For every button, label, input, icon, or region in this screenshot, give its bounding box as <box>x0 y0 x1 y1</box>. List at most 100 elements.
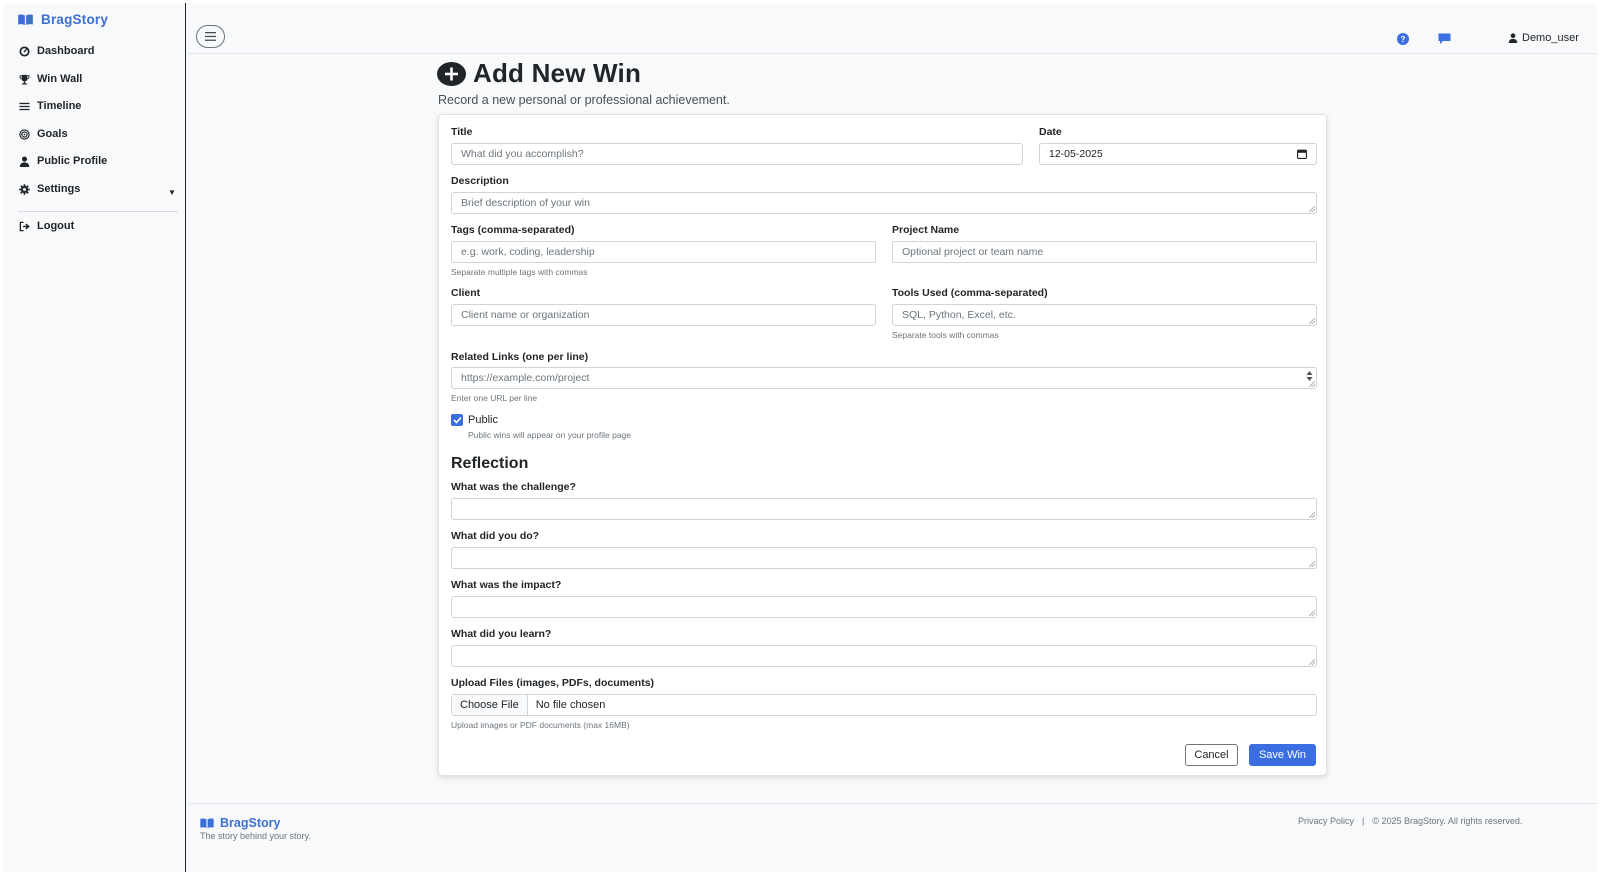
sidebar-item-label: Dashboard <box>37 45 95 57</box>
impact-label: What was the impact? <box>451 579 562 591</box>
sidebar-item-label: Settings <box>37 183 81 195</box>
upload-label: Upload Files (images, PDFs, documents) <box>451 677 655 689</box>
topbar: ? Demo_user <box>188 3 1597 54</box>
tools-placeholder: SQL, Python, Excel, etc. <box>902 309 1016 321</box>
page-title: Add New Win <box>473 58 642 88</box>
resize-handle[interactable] <box>1309 512 1315 518</box>
description-textarea[interactable]: Brief description of your win <box>451 192 1317 214</box>
add-win-form: Title What did you accomplish? Date 12-0… <box>438 114 1327 776</box>
description-label: Description <box>451 175 509 187</box>
links-label: Related Links (one per line) <box>451 351 589 363</box>
svg-text:?: ? <box>1401 35 1406 44</box>
resize-handle[interactable] <box>1309 206 1315 212</box>
challenge-textarea[interactable] <box>451 498 1317 520</box>
project-label: Project Name <box>892 224 960 236</box>
description-placeholder: Brief description of your win <box>461 197 590 209</box>
help-icon[interactable]: ? <box>1397 32 1409 50</box>
chat-icon[interactable] <box>1438 32 1451 50</box>
file-input[interactable]: Choose File No file chosen <box>451 694 1317 716</box>
did-label: What did you do? <box>451 530 540 542</box>
logout-icon <box>19 221 30 231</box>
main-area: ? Demo_user Add New Win Record a new per… <box>188 3 1597 872</box>
footer: BragStory The story behind your story. P… <box>188 803 1597 872</box>
public-label[interactable]: Public <box>468 414 498 426</box>
project-input[interactable]: Optional project or team name <box>892 241 1317 263</box>
sidebar-item-label: Win Wall <box>37 73 83 85</box>
resize-handle[interactable] <box>1309 318 1315 324</box>
sidebar-item-win-wall[interactable]: Win Wall <box>19 73 82 85</box>
sidebar-item-goals[interactable]: Goals <box>19 128 68 140</box>
plus-circle-icon <box>437 61 466 86</box>
date-input[interactable]: 12-05-2025 <box>1039 143 1317 165</box>
dashboard-icon <box>19 45 30 57</box>
title-label: Title <box>451 126 473 138</box>
learn-textarea[interactable] <box>451 645 1317 667</box>
sidebar-item-public-profile[interactable]: Public Profile <box>19 155 107 167</box>
links-placeholder: https://example.com/project <box>461 372 590 384</box>
challenge-label: What was the challenge? <box>451 481 576 493</box>
page-heading: Add New Win <box>437 58 641 89</box>
sidebar-item-label: Public Profile <box>37 155 108 167</box>
cancel-button[interactable]: Cancel <box>1185 744 1238 766</box>
sidebar-item-label: Timeline <box>37 100 82 112</box>
brand-name: BragStory <box>41 12 109 27</box>
sidebar-item-settings[interactable]: Settings <box>19 183 80 195</box>
footer-brand-name: BragStory <box>220 816 281 830</box>
client-input[interactable]: Client name or organization <box>451 304 876 326</box>
footer-tagline: The story behind your story. <box>200 831 311 841</box>
sidebar: BragStory Dashboard Win Wall Timeline Go… <box>3 3 186 872</box>
public-help: Public wins will appear on your profile … <box>468 430 632 440</box>
book-icon <box>200 818 214 828</box>
date-value: 12-05-2025 <box>1049 148 1103 160</box>
chevron-down-icon[interactable]: ▼ <box>168 188 176 197</box>
learn-label: What did you learn? <box>451 628 552 640</box>
list-icon <box>19 102 30 110</box>
footer-links: Privacy Policy | © 2025 BragStory. All r… <box>1298 816 1522 826</box>
footer-brand[interactable]: BragStory <box>200 816 280 830</box>
save-win-button[interactable]: Save Win <box>1249 744 1316 766</box>
reflection-title: Reflection <box>451 455 529 472</box>
tags-input[interactable]: e.g. work, coding, leadership <box>451 241 876 263</box>
sidebar-item-dashboard[interactable]: Dashboard <box>19 45 94 57</box>
client-label: Client <box>451 287 481 299</box>
did-textarea[interactable] <box>451 547 1317 569</box>
user-menu[interactable]: Demo_user <box>1508 32 1579 44</box>
resize-handle[interactable] <box>1309 610 1315 616</box>
tools-label: Tools Used (comma-separated) <box>892 287 1048 299</box>
resize-handle[interactable] <box>1309 659 1315 665</box>
check-icon <box>452 416 462 424</box>
tools-help: Separate tools with commas <box>892 330 999 340</box>
page-subtitle: Record a new personal or professional ac… <box>438 93 730 107</box>
calendar-icon[interactable] <box>1297 149 1307 159</box>
privacy-policy-link[interactable]: Privacy Policy <box>1298 816 1354 826</box>
resize-handle[interactable] <box>1309 381 1315 387</box>
gear-icon <box>19 183 30 195</box>
tags-help: Separate multiple tags with commas <box>451 267 588 277</box>
sidebar-item-logout[interactable]: Logout <box>19 220 74 232</box>
username: Demo_user <box>1522 32 1579 44</box>
choose-file-button[interactable]: Choose File <box>452 695 528 715</box>
book-icon <box>18 14 33 25</box>
target-icon <box>19 128 30 140</box>
links-textarea[interactable]: https://example.com/project <box>451 367 1317 389</box>
footer-separator: | <box>1362 816 1365 826</box>
file-status: No file chosen <box>535 699 606 711</box>
impact-textarea[interactable] <box>451 596 1317 618</box>
links-help: Enter one URL per line <box>451 393 538 403</box>
user-icon <box>1508 33 1518 43</box>
tools-textarea[interactable]: SQL, Python, Excel, etc. <box>892 304 1317 326</box>
tags-label: Tags (comma-separated) <box>451 224 575 236</box>
sidebar-item-timeline[interactable]: Timeline <box>19 100 81 112</box>
user-icon <box>19 155 30 167</box>
sidebar-brand[interactable]: BragStory <box>18 12 108 27</box>
copyright-text: © 2025 BragStory. All rights reserved. <box>1372 816 1523 826</box>
title-input[interactable]: What did you accomplish? <box>451 143 1023 165</box>
sidebar-item-label: Logout <box>37 220 75 232</box>
public-checkbox[interactable] <box>451 414 463 426</box>
date-label: Date <box>1039 126 1062 138</box>
hamburger-icon <box>205 32 216 41</box>
resize-handle[interactable] <box>1309 561 1315 567</box>
sidebar-toggle-button[interactable] <box>196 25 225 48</box>
upload-help: Upload images or PDF documents (max 16MB… <box>451 720 630 730</box>
trophy-icon <box>19 74 30 85</box>
